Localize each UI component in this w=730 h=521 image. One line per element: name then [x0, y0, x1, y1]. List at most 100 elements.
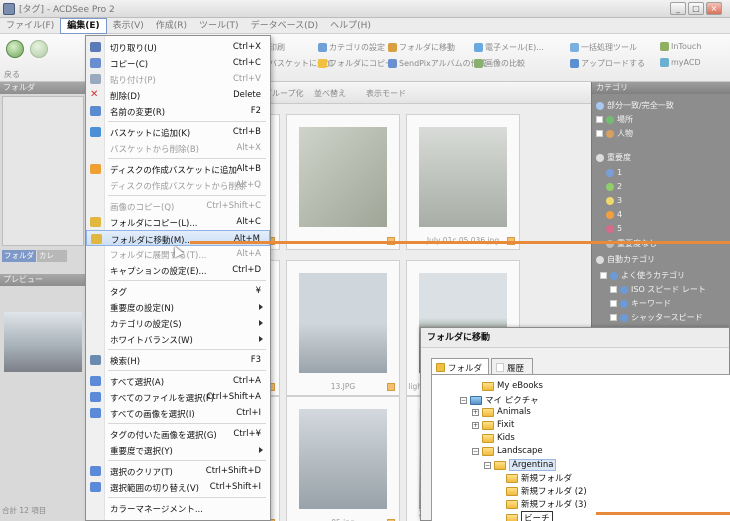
submenu-arrow-icon: [259, 304, 263, 310]
checkbox[interactable]: [610, 286, 617, 293]
back-button[interactable]: 戻る: [4, 69, 20, 80]
category-icon: [620, 299, 628, 308]
tree-node[interactable]: − マイ ピクチャ: [460, 394, 539, 406]
menu-item-5[interactable]: バスケットに追加(K) Ctrl+B: [86, 124, 270, 140]
toolbar-button-9[interactable]: 画像の比較: [474, 58, 525, 69]
tree-node[interactable]: 新規フォルダ (2): [506, 485, 587, 497]
menu-item-18[interactable]: 検索(H) F3: [86, 352, 270, 368]
category-people[interactable]: 人物: [596, 128, 633, 139]
menu-item-24[interactable]: 選択のクリア(T) Ctrl+Shift+D: [86, 463, 270, 479]
menu-item-15[interactable]: 重要度の設定(N): [86, 299, 270, 315]
rating-item-3[interactable]: 4: [606, 210, 622, 219]
checkbox[interactable]: [596, 116, 603, 123]
select-images-icon: [90, 408, 101, 418]
menu-item-label: 切り取り(U): [110, 44, 157, 54]
tree-node[interactable]: ビーチ: [506, 511, 553, 521]
toolbar-button-4[interactable]: 一括処理ツール: [570, 42, 637, 53]
menu-item-6: バスケットから削除(B) Alt+X: [86, 140, 270, 156]
category-place[interactable]: 場所: [596, 114, 633, 125]
menu-item-22[interactable]: タグの付いた画像を選択(G) Ctrl+¥: [86, 426, 270, 442]
maximize-button[interactable]: □: [688, 2, 704, 15]
auto-category-item[interactable]: シャッタースピード: [610, 312, 703, 323]
tree-node[interactable]: + Animals: [472, 407, 531, 417]
minimize-button[interactable]: _: [670, 2, 686, 15]
menu-0[interactable]: ファイル(F): [0, 18, 60, 34]
expand-toggle-icon[interactable]: −: [460, 396, 467, 404]
thumbnail[interactable]: 05.jpg: [286, 396, 400, 521]
thumbnail[interactable]: July 01c 05 036.jpg: [406, 114, 520, 250]
rating-item-0[interactable]: 1: [606, 168, 622, 177]
toolbar-button-1[interactable]: カテゴリの設定: [318, 42, 385, 53]
menu-item-14[interactable]: タグ ¥: [86, 283, 270, 299]
expand-toggle-icon[interactable]: +: [472, 408, 479, 416]
folder-tree[interactable]: [2, 96, 84, 246]
menu-item-1[interactable]: コピー(C) Ctrl+C: [86, 55, 270, 71]
rating-item-2[interactable]: 3: [606, 196, 622, 205]
expand-toggle-icon[interactable]: +: [472, 421, 479, 429]
back-arrow-icon[interactable]: [6, 40, 24, 58]
menu-item-25[interactable]: 選択範囲の切り替え(V) Ctrl+Shift+I: [86, 479, 270, 495]
checkbox[interactable]: [610, 300, 617, 307]
toolbar-button-7[interactable]: フォルダにコピー: [318, 58, 393, 69]
tree-node[interactable]: + Fixit: [472, 420, 514, 430]
tag-checkbox[interactable]: [387, 383, 395, 391]
menu-6[interactable]: ヘルプ(H): [324, 18, 377, 34]
checkbox[interactable]: [610, 314, 617, 321]
menu-item-17[interactable]: ホワイトバランス(W): [86, 331, 270, 347]
toolbar-button-10[interactable]: アップロードする: [570, 58, 645, 69]
thumbnail[interactable]: 13.JPG: [286, 260, 400, 396]
toolbar-button-3[interactable]: 電子メール(E)...: [474, 42, 544, 53]
menu-item-3[interactable]: ✕ 削除(D) Delete: [86, 87, 270, 103]
menu-item-10[interactable]: フォルダにコピー(L)... Alt+C: [86, 214, 270, 230]
menu-item-21[interactable]: すべての画像を選択(I) Ctrl+I: [86, 405, 270, 421]
menu-item-16[interactable]: カテゴリの設定(S): [86, 315, 270, 331]
menu-item-19[interactable]: すべて選択(A) Ctrl+A: [86, 373, 270, 389]
tab-calendar[interactable]: カレ: [37, 250, 67, 262]
tab-history[interactable]: 履歴: [491, 358, 533, 374]
menu-3[interactable]: 作成(R): [150, 18, 193, 34]
tree-node[interactable]: − Landscape: [472, 446, 543, 456]
toolbar-icon: [474, 59, 483, 68]
category-icon: [610, 271, 618, 280]
menu-item-26[interactable]: カラーマネージメント...: [86, 500, 270, 516]
toolbar-button-11[interactable]: myACD: [660, 58, 701, 67]
scissors-icon: [90, 42, 101, 52]
menu-item-13[interactable]: キャプションの設定(E)... Ctrl+D: [86, 262, 270, 278]
expand-toggle-icon[interactable]: −: [484, 461, 491, 469]
match-mode-toggle[interactable]: 部分一致/完全一致: [596, 100, 674, 111]
menu-item-4[interactable]: 名前の変更(R) F2: [86, 103, 270, 119]
folder-tree-view[interactable]: My eBooks − マイ ピクチャ + Animals + Fixit Kids − Land…: [431, 374, 730, 521]
tree-node[interactable]: 新規フォルダ (3): [506, 498, 587, 510]
menu-1[interactable]: 編集(E): [60, 17, 107, 34]
toolbar-button-8[interactable]: SendPixアルバムの作成: [388, 58, 487, 69]
auto-category-item[interactable]: キーワード: [610, 298, 671, 309]
menu-item-7[interactable]: ディスクの作成バスケットに追加 Alt+B: [86, 161, 270, 177]
tab-folder[interactable]: フォルダ: [431, 358, 489, 374]
tree-node[interactable]: My eBooks: [482, 381, 543, 391]
rating-item-4[interactable]: 5: [606, 224, 622, 233]
rating-item-1[interactable]: 2: [606, 182, 622, 191]
sort-button[interactable]: 並べ替え: [314, 88, 346, 99]
menu-item-0[interactable]: 切り取り(U) Ctrl+X: [86, 39, 270, 55]
auto-category-item[interactable]: ISO スピード レート: [610, 284, 706, 295]
menu-item-23[interactable]: 重要度で選択(Y): [86, 442, 270, 458]
checkbox[interactable]: [596, 130, 603, 137]
auto-category-item[interactable]: よく使うカテゴリ: [600, 270, 685, 281]
tab-folders[interactable]: フォルダ: [2, 250, 36, 262]
toolbar-icon: [318, 43, 327, 52]
toolbar-button-2[interactable]: フォルダに移動: [388, 42, 455, 53]
checkbox[interactable]: [600, 272, 607, 279]
tree-node[interactable]: Kids: [482, 433, 515, 443]
tree-node[interactable]: 新規フォルダ: [506, 472, 572, 484]
thumbnail[interactable]: [286, 114, 400, 250]
menu-item-20[interactable]: すべてのファイルを選択(F) Ctrl+Shift+A: [86, 389, 270, 405]
close-button[interactable]: ×: [706, 2, 722, 15]
expand-toggle-icon[interactable]: −: [472, 447, 479, 455]
menu-2[interactable]: 表示(V): [107, 18, 150, 34]
toolbar-button-5[interactable]: InTouch: [660, 42, 701, 51]
menu-5[interactable]: データベース(D): [245, 18, 325, 34]
forward-arrow-icon[interactable]: [30, 40, 48, 58]
menu-4[interactable]: ツール(T): [193, 18, 245, 34]
tree-node[interactable]: − Argentina: [484, 459, 557, 471]
view-mode-button[interactable]: 表示モード: [366, 88, 406, 99]
